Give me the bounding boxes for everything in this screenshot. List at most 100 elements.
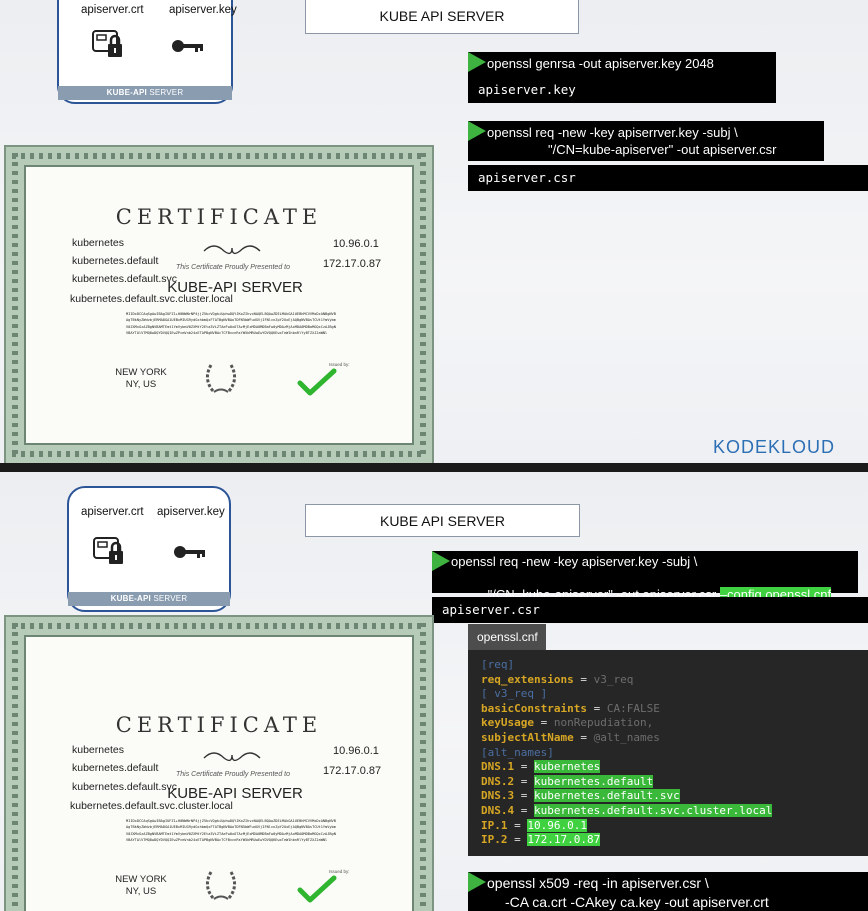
certificate: CERTIFICATE kubernetes kubernetes.defaul… <box>4 145 434 463</box>
laurel-seal-icon <box>206 364 236 393</box>
presented-text: This Certificate Proudly Presented to <box>176 264 290 271</box>
cnf-token: [req] <box>481 658 515 671</box>
req-line1: openssl req -new -key apiserrver.key -su… <box>487 125 738 140</box>
location: NEW YORK NY, US <box>106 367 176 391</box>
dns-2: kubernetes.default <box>72 762 159 774</box>
cnf-token: 10.96.0.1 <box>527 818 587 832</box>
req-output: apiserver.csr <box>468 165 868 191</box>
band-rest: SERVER <box>150 594 188 603</box>
border-pattern <box>12 153 426 159</box>
req-line1: openssl req -new -key apiserver.key -sub… <box>451 554 698 569</box>
location-state: NY, US <box>125 379 157 390</box>
certificate-inner: CERTIFICATE kubernetes kubernetes.defaul… <box>24 165 414 445</box>
slide-2: apiserver.crt apiserver.key KUBE-API SER… <box>0 472 868 911</box>
kube-api-server-box: apiserver.crt apiserver.key KUBE-API SER… <box>57 0 237 104</box>
border-pattern <box>420 153 426 457</box>
server-band: KUBE-API SERVER <box>58 86 232 100</box>
cnf-token: = <box>573 672 594 686</box>
play-arrow-icon <box>432 551 450 571</box>
check-mark-icon <box>297 875 337 903</box>
apiserver-key-label: apiserver.key <box>169 4 237 16</box>
ip-2: 172.17.0.87 <box>323 765 382 777</box>
cnf-token: subjectAltName <box>481 730 574 744</box>
certificate-name: KUBE-API SERVER <box>167 785 303 802</box>
cnf-token: nonRepudiation, <box>553 716 654 730</box>
genrsa-command: openssl genrsa -out apiserver.key 2048 <box>468 52 776 77</box>
cnf-line: subjectAltName = @alt_names <box>481 731 868 746</box>
cnf-token: v3_req <box>593 672 634 686</box>
ip-1: 10.96.0.1 <box>333 745 379 757</box>
key-icon <box>174 546 205 558</box>
location: NEW YORK NY, US <box>106 874 176 898</box>
border-pattern <box>12 623 426 629</box>
kube-api-server-box: apiserver.crt apiserver.key KUBE-API SER… <box>67 486 231 612</box>
cnf-token: = <box>507 833 528 847</box>
apiserver-key-label: apiserver.key <box>157 506 225 518</box>
cnf-token: kubernetes.default.svc <box>534 789 680 803</box>
cnf-line: [ v3_req ] <box>481 687 868 702</box>
slide-divider <box>0 463 868 472</box>
certificate-blob: MIIDxDCCAqSgAwIBAgIUFZ1+H0NWNrNP4jjZ5kcV… <box>126 312 336 335</box>
border-pattern <box>12 153 18 457</box>
cnf-token: = <box>514 789 534 803</box>
openssl-cnf-tab: openssl.cnf <box>468 624 546 650</box>
play-arrow-icon <box>468 121 486 141</box>
slide-1: apiserver.crt apiserver.key KUBE-API SER… <box>0 0 868 463</box>
certificate-lock-icon <box>92 30 122 57</box>
certificate-name: KUBE-API SERVER <box>167 279 303 296</box>
cnf-line: keyUsage = nonRepudiation, <box>481 716 868 731</box>
flourish-ornament <box>203 245 261 255</box>
check-mark-icon <box>297 368 337 396</box>
dns-2: kubernetes.default <box>72 255 159 267</box>
cnf-token: = <box>514 774 534 788</box>
req-command: openssl req -new -key apiserrver.key -su… <box>468 121 824 161</box>
req-config-command: openssl req -new -key apiserver.key -sub… <box>432 551 858 602</box>
x509-command: openssl x509 -req -in apiserver.csr \ -C… <box>468 872 868 911</box>
cnf-token: [alt_names] <box>481 745 554 759</box>
cnf-line: req_extensions = v3_req <box>481 673 868 688</box>
cnf-token: DNS.2 <box>481 774 515 788</box>
laurel-seal-icon <box>206 871 236 900</box>
dns-1: kubernetes <box>72 744 124 756</box>
cnf-token: basicConstraints <box>481 701 587 715</box>
cnf-line: IP.2 = 172.17.0.87 <box>481 833 868 848</box>
cnf-token: = <box>586 701 607 715</box>
x509-line2: -CA ca.crt -CAkey ca.key -out apiserver.… <box>505 894 769 910</box>
play-arrow-icon <box>468 872 486 892</box>
cnf-line: DNS.1 = kubernetes <box>481 760 868 775</box>
req-output: apiserver.csr <box>432 597 868 623</box>
cnf-token: IP.2 <box>481 833 508 847</box>
cnf-token: DNS.4 <box>481 803 515 817</box>
cnf-token: kubernetes <box>534 760 601 774</box>
band-rest: SERVER <box>146 88 184 97</box>
cnf-token: DNS.1 <box>481 760 515 774</box>
cnf-token: = <box>533 716 554 730</box>
border-pattern <box>420 623 426 911</box>
cnf-token: kubernetes.default <box>534 774 654 788</box>
certificate-title: CERTIFICATE <box>115 205 323 229</box>
logo-text: KODEKLOUD <box>713 437 836 457</box>
cnf-line: [alt_names] <box>481 746 868 761</box>
openssl-cnf-editor: openssl.cnf [req] req_extensions = v3_req… <box>468 624 868 856</box>
certificate-title: CERTIFICATE <box>115 713 323 737</box>
flourish-ornament <box>203 752 261 762</box>
key-icon <box>172 40 203 52</box>
location-state: NY, US <box>125 886 157 897</box>
presented-text: This Certificate Proudly Presented to <box>176 771 290 778</box>
dns-1: kubernetes <box>72 237 124 249</box>
certificate: CERTIFICATE kubernetes kubernetes.defaul… <box>4 615 434 911</box>
cnf-token: [ v3_req ] <box>481 687 548 701</box>
kodekloud-logo: KODEKLOUD <box>713 437 835 458</box>
cnf-token: @alt_names <box>593 730 660 744</box>
location-city: NEW YORK <box>115 874 167 885</box>
server-band: KUBE-API SERVER <box>68 592 230 606</box>
cnf-line: DNS.4 = kubernetes.default.svc.cluster.l… <box>481 803 868 819</box>
cnf-line: basicConstraints = CA:FALSE <box>481 702 868 717</box>
x509-line1: openssl x509 -req -in apiserver.csr \ <box>487 875 709 891</box>
cnf-token: CA:FALSE <box>606 701 660 715</box>
cnf-body: [req] req_extensions = v3_req[ v3_req ] ba… <box>481 658 868 848</box>
cnf-token: IP.1 <box>481 818 508 832</box>
border-pattern <box>12 623 18 911</box>
band-bold: KUBE-API <box>106 88 147 97</box>
cnf-token: keyUsage <box>481 716 534 730</box>
